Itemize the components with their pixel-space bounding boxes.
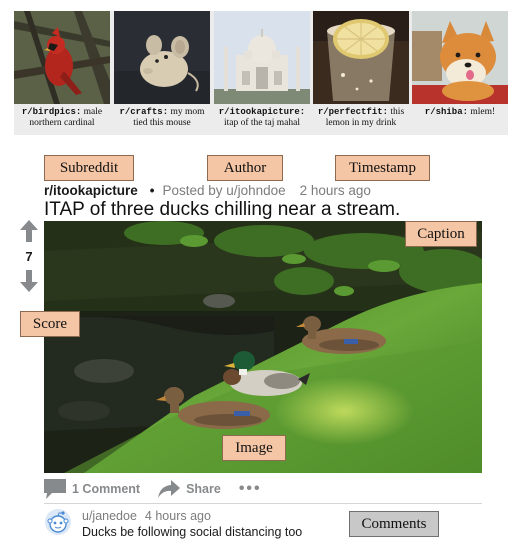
shiba-photo <box>412 11 508 104</box>
comment-timestamp: 4 hours ago <box>144 509 211 523</box>
cardinal-photo <box>14 11 110 104</box>
thumbnail-subreddit: r/itookapicture: <box>218 107 306 117</box>
lemon-drink-photo <box>313 11 409 104</box>
post-score: 7 <box>25 249 33 264</box>
comment-count: 1 Comment <box>72 482 141 496</box>
comment-meta: u/janedoe 4 hours ago <box>82 509 211 523</box>
thumbnail-caption: itap of the taj mahal <box>224 118 300 128</box>
comments-annotation-label: Comments <box>349 511 439 537</box>
mouse-photo <box>114 11 210 104</box>
thumbnail-subreddit: r/birdpics: <box>21 107 82 117</box>
share-arrow-icon <box>158 480 181 498</box>
subreddit-annotation-label: Subreddit <box>44 155 134 181</box>
share-label: Share <box>186 482 221 496</box>
comment-author-link[interactable]: u/janedoe <box>82 509 137 523</box>
thumbnail-subreddit: r/crafts: <box>119 107 169 117</box>
more-options-button[interactable]: ••• <box>239 480 262 498</box>
share-button[interactable]: Share <box>158 480 221 498</box>
thumbnail-crafts[interactable]: r/crafts: my mom tied this mouse <box>114 11 210 129</box>
thumbnail-subreddit: r/perfectfit: <box>317 107 389 117</box>
thumbnail-subreddit: r/shiba: <box>424 107 469 117</box>
post-title[interactable]: ITAP of three ducks chilling near a stre… <box>44 199 400 221</box>
thumbnail-itookapicture[interactable]: r/itookapicture: itap of the taj mahal <box>214 11 310 129</box>
comments-button[interactable]: 1 Comment <box>44 479 140 499</box>
timestamp-annotation-label: Timestamp <box>335 155 430 181</box>
thumbnail-caption: mlem! <box>468 107 496 117</box>
post-meta: r/itookapicture • Posted by u/johndoe 2 hou… <box>44 183 371 198</box>
comment-bubble-icon <box>44 479 66 499</box>
thumbnail-shiba[interactable]: r/shiba: mlem! <box>412 11 508 118</box>
taj-mahal-photo <box>214 11 310 104</box>
up-arrow-icon[interactable] <box>20 220 38 242</box>
post-author-link[interactable]: Posted by u/johndoe <box>163 183 286 198</box>
post-subreddit-link[interactable]: r/itookapicture <box>44 183 138 198</box>
meta-separator: • <box>149 183 155 198</box>
example-thumbnail-strip: r/birdpics: male northern cardinal r/cra… <box>14 11 508 135</box>
image-annotation-label: Image <box>222 435 286 461</box>
reddit-avatar-icon[interactable] <box>44 508 72 536</box>
score-annotation-label: Score <box>20 311 80 337</box>
post-timestamp: 2 hours ago <box>299 183 371 198</box>
thumbnail-birdpics[interactable]: r/birdpics: male northern cardinal <box>14 11 110 129</box>
author-annotation-label: Author <box>207 155 283 181</box>
vote-column: 7 <box>18 220 40 292</box>
divider <box>44 503 482 504</box>
caption-annotation-label: Caption <box>405 221 477 247</box>
down-arrow-icon[interactable] <box>20 270 38 292</box>
thumbnail-perfectfit[interactable]: r/perfectfit: this lemon in my drink <box>313 11 409 129</box>
post-action-bar: 1 Comment Share ••• <box>44 478 482 500</box>
comment-text: Ducks be following social distancing too <box>82 525 303 539</box>
